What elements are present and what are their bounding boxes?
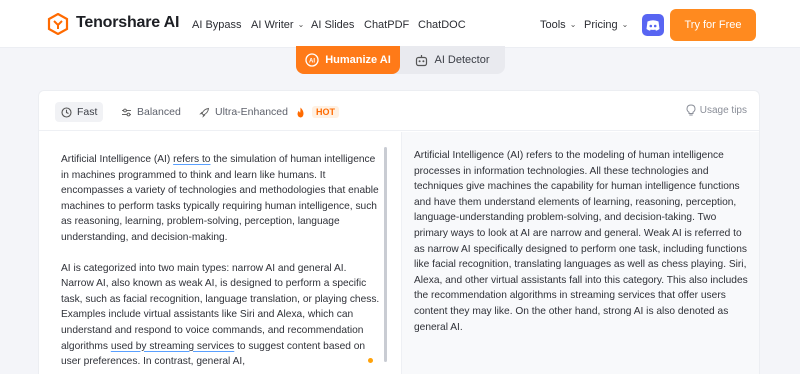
tab-ai-detector[interactable]: AI Detector	[400, 46, 505, 74]
top-nav: Tenorshare AI AI Bypass AI Writer ⌄ AI Sl…	[0, 0, 800, 48]
input-paragraph: Artificial Intelligence (AI) refers to t…	[61, 152, 381, 246]
nav-pricing[interactable]: Pricing ⌄	[584, 19, 628, 31]
chevron-down-icon: ⌄	[621, 20, 629, 29]
fire-icon	[297, 107, 304, 117]
usage-tips-link[interactable]: Usage tips	[686, 104, 747, 116]
tenorshare-logo-icon[interactable]	[47, 13, 69, 35]
nav-tools-label: Tools	[540, 19, 566, 31]
input-paragraph: AI is categorized into two main types: n…	[61, 261, 381, 370]
discord-icon[interactable]	[642, 14, 664, 36]
nav-pricing-label: Pricing	[584, 19, 618, 31]
nav-ai-writer-label: AI Writer	[251, 19, 294, 31]
mode-switch: AI Humanize AI AI Detector	[296, 46, 505, 74]
mode-balanced-label: Balanced	[137, 106, 181, 118]
chevron-down-icon: ⌄	[569, 20, 577, 29]
tab-humanize-ai-label: Humanize AI	[325, 54, 391, 66]
rocket-icon	[199, 107, 210, 118]
input-p2-text-a: AI is categorized into two main types: n…	[61, 262, 380, 352]
nav-ai-bypass[interactable]: AI Bypass	[192, 19, 242, 31]
fast-icon	[61, 106, 72, 118]
input-text: Artificial Intelligence (AI) refers to t…	[61, 152, 381, 370]
humanize-ai-icon: AI	[305, 53, 319, 67]
status-dot	[368, 358, 373, 363]
humanizer-panel: Fast Balanced Ultra-Enhanced HOT Usage t…	[38, 90, 760, 374]
nav-chatdoc[interactable]: ChatDOC	[418, 19, 466, 31]
input-p1-text-a: Artificial Intelligence (AI)	[61, 154, 174, 165]
mode-fast[interactable]: Fast	[55, 102, 104, 122]
mode-ultra-enhanced-label: Ultra-Enhanced	[215, 106, 288, 118]
input-scrollbar[interactable]	[384, 147, 387, 362]
output-paragraph: Artificial Intelligence (AI) refers to t…	[414, 150, 748, 333]
try-for-free-button[interactable]: Try for Free	[670, 9, 756, 41]
output-text-area[interactable]: Artificial Intelligence (AI) refers to t…	[401, 132, 759, 374]
tab-ai-detector-label: AI Detector	[434, 54, 490, 66]
input-text-area[interactable]: Artificial Intelligence (AI) refers to t…	[39, 132, 401, 374]
svg-text:AI: AI	[309, 59, 315, 65]
brand-name[interactable]: Tenorshare AI	[76, 14, 179, 32]
mode-ultra-enhanced[interactable]: Ultra-Enhanced HOT	[193, 102, 345, 122]
mode-fast-label: Fast	[77, 106, 98, 118]
lightbulb-icon	[686, 104, 696, 116]
input-p1-text-b: the simulation of human intelligence in …	[61, 154, 379, 243]
usage-tips-label: Usage tips	[699, 104, 747, 116]
nav-tools[interactable]: Tools ⌄	[540, 19, 576, 31]
output-text: Artificial Intelligence (AI) refers to t…	[414, 148, 750, 335]
robot-icon	[416, 54, 428, 66]
balanced-icon	[122, 108, 131, 116]
mode-toolbar: Fast Balanced Ultra-Enhanced HOT Usage t…	[39, 91, 759, 131]
hot-badge: HOT	[311, 106, 339, 118]
highlighted-phrase: refers to	[173, 154, 211, 165]
mode-balanced[interactable]: Balanced	[115, 102, 187, 122]
nav-ai-slides[interactable]: AI Slides	[311, 19, 354, 31]
highlighted-phrase: used by streaming services	[110, 340, 235, 352]
tab-humanize-ai[interactable]: AI Humanize AI	[296, 46, 400, 74]
nav-chatpdf[interactable]: ChatPDF	[364, 19, 409, 31]
chevron-down-icon: ⌄	[297, 20, 305, 29]
nav-ai-writer[interactable]: AI Writer ⌄	[251, 19, 304, 31]
